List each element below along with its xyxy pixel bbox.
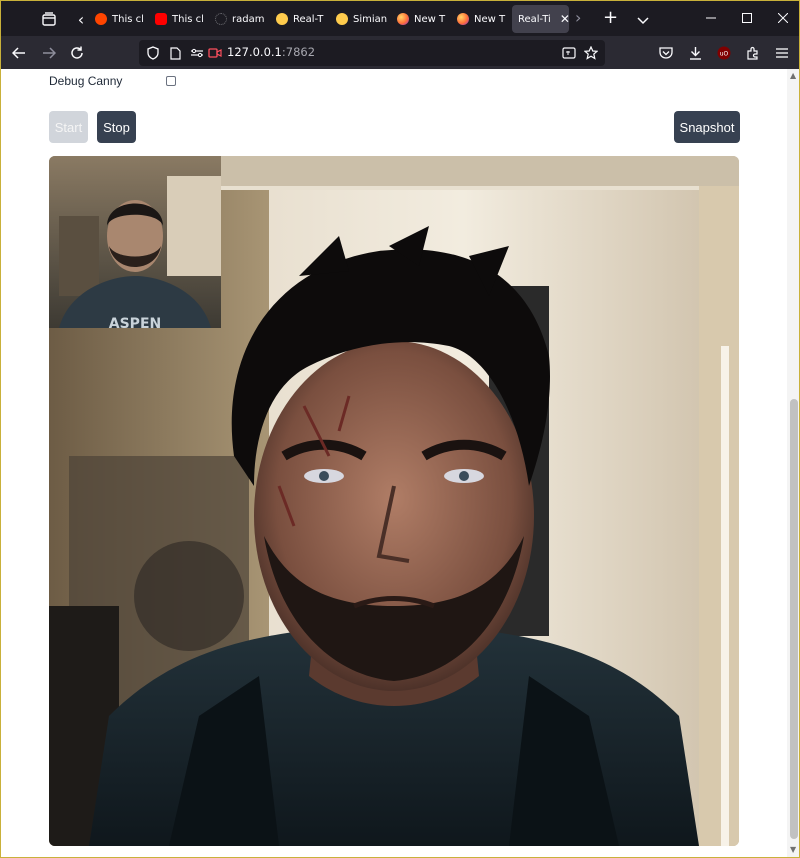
generated-portrait-image: ASPEN: [49, 156, 739, 846]
firefox-view-icon[interactable]: [39, 9, 59, 29]
loading-icon: [215, 13, 227, 25]
pocket-icon[interactable]: [655, 42, 677, 64]
svg-text:uO: uO: [720, 51, 729, 58]
tab-youtube[interactable]: This cl: [151, 5, 209, 33]
downloads-icon[interactable]: [684, 42, 706, 64]
generated-output-image: ASPEN: [49, 156, 739, 846]
camera-sharing-icon[interactable]: [207, 45, 223, 61]
huggingface-icon: [336, 13, 348, 25]
tab-title: Simian: [353, 13, 388, 25]
reload-icon[interactable]: [66, 42, 88, 64]
scroll-down-icon[interactable]: ▼: [790, 845, 796, 854]
new-tab-icon[interactable]: +: [603, 7, 618, 28]
tab-huggingface-1[interactable]: Real-T: [272, 5, 330, 33]
huggingface-icon: [276, 13, 288, 25]
tabs-scroll-left-icon[interactable]: ‹: [74, 8, 88, 30]
reddit-icon: [95, 13, 107, 25]
permissions-icon[interactable]: [189, 45, 205, 61]
close-tab-icon[interactable]: ✕: [560, 12, 569, 26]
tab-new-2[interactable]: New T: [453, 5, 511, 33]
tab-title: This cl: [112, 13, 144, 25]
tab-title: This cl: [172, 13, 204, 25]
page-content: Debug Canny Start Stop Snapshot ASPEN ▲ …: [1, 69, 799, 857]
firefox-icon: [457, 13, 469, 25]
page-scrollbar[interactable]: ▲ ▼: [787, 69, 799, 857]
close-window-icon[interactable]: [771, 7, 795, 29]
url-port: :7862: [281, 45, 316, 59]
debug-canny-checkbox[interactable]: [166, 76, 176, 86]
youtube-icon: [155, 13, 167, 25]
tab-title: radam: [232, 13, 265, 25]
back-icon[interactable]: [8, 42, 30, 64]
tracking-shield-icon[interactable]: [145, 45, 161, 61]
extensions-icon[interactable]: [742, 42, 764, 64]
start-button[interactable]: Start: [49, 111, 88, 143]
browser-window: ‹ This cl This cl radam Real-T Simian Ne…: [0, 0, 800, 858]
tab-title: Real-T: [293, 13, 324, 25]
debug-canny-label: Debug Canny: [49, 74, 123, 88]
app-menu-icon[interactable]: [771, 42, 793, 64]
tab-title: Real-Ti: [518, 13, 551, 25]
tab-github[interactable]: radam: [211, 5, 269, 33]
scroll-up-icon[interactable]: ▲: [790, 71, 796, 80]
url-bar[interactable]: 127.0.0.1:7862: [139, 40, 605, 66]
translate-icon[interactable]: [561, 45, 577, 61]
minimize-icon[interactable]: [699, 7, 723, 29]
tab-huggingface-2[interactable]: Simian: [332, 5, 390, 33]
navigation-toolbar: 127.0.0.1:7862 uO: [1, 36, 799, 69]
tab-reddit-1[interactable]: This cl: [91, 5, 149, 33]
url-text: 127.0.0.1:7862: [227, 45, 315, 59]
url-host: 127.0.0.1: [227, 45, 282, 59]
ublock-origin-icon[interactable]: uO: [713, 42, 735, 64]
snapshot-button[interactable]: Snapshot: [674, 111, 740, 143]
tabs-scroll-right-icon[interactable]: ›: [575, 8, 581, 27]
tab-strip: ‹ This cl This cl radam Real-T Simian Ne…: [1, 1, 799, 36]
list-all-tabs-icon[interactable]: [637, 10, 649, 29]
tab-new-1[interactable]: New T: [393, 5, 451, 33]
tab-active-realtime[interactable]: Real-Ti ✕: [512, 5, 569, 33]
stop-button[interactable]: Stop: [97, 111, 136, 143]
page-info-icon[interactable]: [167, 45, 183, 61]
bookmark-star-icon[interactable]: [583, 45, 599, 61]
tab-title: New T: [474, 13, 506, 25]
scrollbar-thumb[interactable]: [790, 399, 798, 839]
maximize-icon[interactable]: [735, 7, 759, 29]
svg-text:ASPEN: ASPEN: [109, 316, 161, 332]
tab-title: New T: [414, 13, 446, 25]
firefox-icon: [397, 13, 409, 25]
forward-icon[interactable]: [38, 42, 60, 64]
